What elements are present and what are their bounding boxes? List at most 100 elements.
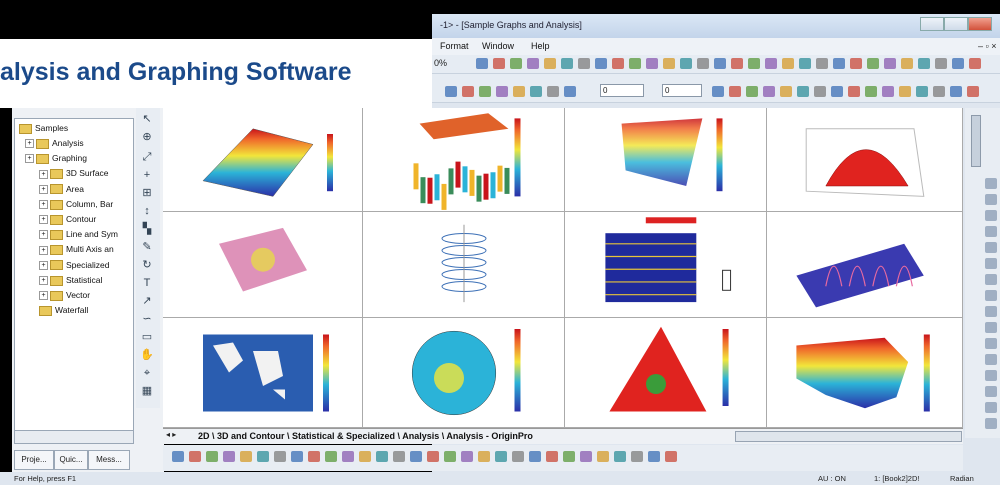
format-button-icon[interactable] [950, 86, 962, 97]
graph-type-button-icon[interactable] [257, 451, 269, 462]
expand-icon[interactable]: + [39, 170, 48, 179]
format-button-icon[interactable] [882, 86, 894, 97]
toolbar-button-icon[interactable] [850, 58, 862, 69]
us-color-map-thumbnail[interactable] [767, 318, 963, 428]
toolbar-button-icon[interactable] [493, 58, 505, 69]
format-button-icon[interactable] [967, 86, 979, 97]
graph-type-button-icon[interactable] [342, 451, 354, 462]
format-button-icon[interactable] [916, 86, 928, 97]
menu-window[interactable]: Window [482, 41, 514, 51]
tree-item[interactable]: + Multi Axis an [39, 244, 114, 255]
expand-icon[interactable]: + [39, 230, 48, 239]
contour-profile-thumbnail[interactable] [565, 212, 767, 318]
graph-type-button-icon[interactable] [376, 451, 388, 462]
line-width-dropdown[interactable]: 0 [600, 84, 644, 97]
side-tool-icon[interactable] [985, 338, 997, 349]
polar-contour-thumbnail[interactable] [363, 318, 565, 428]
expand-icon[interactable]: + [39, 185, 48, 194]
format-button-icon[interactable] [712, 86, 724, 97]
arrow-tool-icon[interactable]: ↗ [140, 294, 154, 308]
toolbar-button-icon[interactable] [867, 58, 879, 69]
tab-project[interactable]: Proje... [14, 450, 54, 470]
3d-colormap-surface-thumbnail[interactable] [163, 212, 363, 318]
ternary-contour-thumbnail[interactable] [565, 318, 767, 428]
graph-type-button-icon[interactable] [614, 451, 626, 462]
toolbar-button-icon[interactable] [663, 58, 675, 69]
expand-icon[interactable]: + [39, 215, 48, 224]
zoom-tool-icon[interactable]: ⊕ [140, 130, 154, 144]
graph-type-button-icon[interactable] [240, 451, 252, 462]
minimize-button[interactable] [920, 17, 944, 31]
maximize-button[interactable] [944, 17, 968, 31]
toolbar-button-icon[interactable] [918, 58, 930, 69]
data-selector-tool-icon[interactable]: ↕ [140, 204, 154, 218]
toolbar-button-icon[interactable] [833, 58, 845, 69]
toolbar-button-icon[interactable] [935, 58, 947, 69]
hand-tool-icon[interactable]: ✋ [140, 348, 154, 362]
format-button-icon[interactable] [899, 86, 911, 97]
side-tool-icon[interactable] [985, 290, 997, 301]
tree-item[interactable]: + Specialized [39, 260, 109, 271]
expand-icon[interactable]: + [39, 276, 48, 285]
side-tool-icon[interactable] [985, 274, 997, 285]
toolbar-button-icon[interactable] [646, 58, 658, 69]
toolbar-button-icon[interactable] [680, 58, 692, 69]
world-contour-map-thumbnail[interactable] [163, 318, 363, 428]
mask-tool-icon[interactable]: ▚ [140, 222, 154, 236]
format-button-icon[interactable] [831, 86, 843, 97]
expand-icon[interactable]: + [39, 261, 48, 270]
side-tool-icon[interactable] [985, 418, 997, 429]
side-tool-icon[interactable] [985, 322, 997, 333]
tree-item[interactable]: + Column, Bar [39, 199, 113, 210]
graph-type-button-icon[interactable] [410, 451, 422, 462]
side-tool-icon[interactable] [985, 258, 997, 269]
graph-type-button-icon[interactable] [172, 451, 184, 462]
graph-type-button-icon[interactable] [648, 451, 660, 462]
graph-type-button-icon[interactable] [597, 451, 609, 462]
toolbar-button-icon[interactable] [748, 58, 760, 69]
graph-type-button-icon[interactable] [529, 451, 541, 462]
toolbar-button-icon[interactable] [765, 58, 777, 69]
graph-type-button-icon[interactable] [444, 451, 456, 462]
scale-tool-icon[interactable]: ⤢ [140, 150, 154, 164]
graph-type-button-icon[interactable] [546, 451, 558, 462]
toolbar-button-icon[interactable] [595, 58, 607, 69]
format-button-icon[interactable] [530, 86, 542, 97]
toolbar-button-icon[interactable] [884, 58, 896, 69]
data-reader-tool-icon[interactable]: ⊞ [140, 186, 154, 200]
tree-horizontal-scrollbar[interactable] [14, 430, 134, 444]
toolbar-button-icon[interactable] [561, 58, 573, 69]
tree-item[interactable]: + Line and Sym [39, 229, 118, 240]
tree-item[interactable]: + Graphing [25, 153, 87, 164]
toolbar-button-icon[interactable] [510, 58, 522, 69]
sheet-tabs[interactable]: 2D \ 3D and Contour \ Statistical & Spec… [198, 431, 533, 441]
format-button-icon[interactable] [865, 86, 877, 97]
toolbar-button-icon[interactable] [782, 58, 794, 69]
side-tool-icon[interactable] [985, 226, 997, 237]
side-tool-icon[interactable] [985, 402, 997, 413]
expand-icon[interactable]: + [25, 139, 34, 148]
vertical-scrollbar[interactable] [971, 115, 981, 167]
toolbar-button-icon[interactable] [629, 58, 641, 69]
graph-type-button-icon[interactable] [206, 451, 218, 462]
graph-type-button-icon[interactable] [427, 451, 439, 462]
toolbar-button-icon[interactable] [527, 58, 539, 69]
3d-helix-plot-thumbnail[interactable] [363, 212, 565, 318]
screen-reader-tool-icon[interactable]: + [140, 168, 154, 182]
graph-type-button-icon[interactable] [665, 451, 677, 462]
format-button-icon[interactable] [848, 86, 860, 97]
graph-type-button-icon[interactable] [393, 451, 405, 462]
graph-type-button-icon[interactable] [495, 451, 507, 462]
format-button-icon[interactable] [763, 86, 775, 97]
format-button-icon[interactable] [797, 86, 809, 97]
format-button-icon[interactable] [462, 86, 474, 97]
menu-help[interactable]: Help [531, 41, 550, 51]
toolbar-button-icon[interactable] [476, 58, 488, 69]
format-button-icon[interactable] [780, 86, 792, 97]
side-tool-icon[interactable] [985, 370, 997, 381]
toolbar-button-icon[interactable] [816, 58, 828, 69]
3d-wire-surface-thumbnail[interactable] [565, 108, 767, 212]
tree-item[interactable]: +3D Surface [39, 168, 109, 179]
graph-type-button-icon[interactable] [478, 451, 490, 462]
toolbar-button-icon[interactable] [969, 58, 981, 69]
